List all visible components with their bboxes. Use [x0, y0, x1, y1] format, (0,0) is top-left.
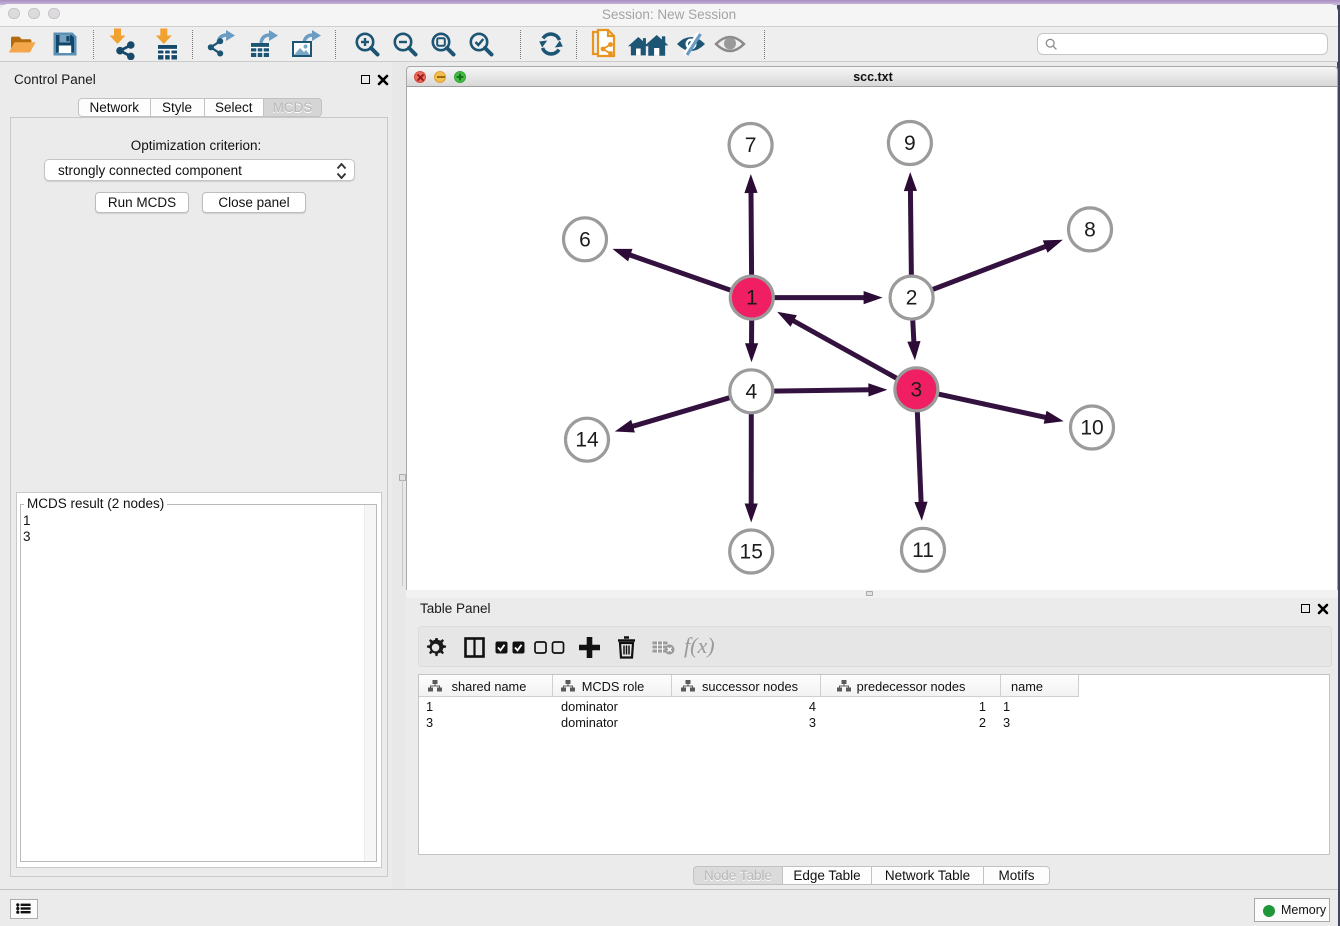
- svg-text:1: 1: [746, 287, 758, 310]
- svg-text:8: 8: [1084, 218, 1096, 241]
- svg-text:9: 9: [904, 132, 916, 155]
- svg-text:15: 15: [740, 541, 763, 564]
- svg-text:6: 6: [579, 228, 591, 251]
- svg-text:11: 11: [912, 539, 934, 562]
- svg-text:14: 14: [575, 429, 599, 452]
- svg-text:7: 7: [745, 134, 757, 157]
- svg-text:3: 3: [911, 378, 923, 401]
- svg-text:2: 2: [906, 287, 918, 310]
- svg-text:4: 4: [745, 380, 757, 403]
- svg-text:10: 10: [1080, 417, 1103, 440]
